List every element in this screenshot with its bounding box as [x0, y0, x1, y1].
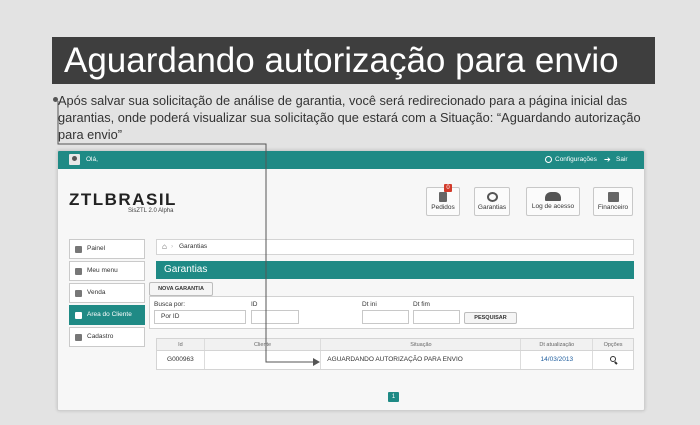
user-icon [69, 154, 80, 165]
row-updated-date: 14/03/2013 [521, 351, 594, 369]
sidebar-item-label: Meu menu [87, 267, 118, 274]
sidebar-item-meu-menu[interactable]: Meu menu [69, 261, 145, 281]
breadcrumb-separator: › [171, 243, 174, 250]
id-input[interactable] [251, 310, 299, 324]
table-row[interactable]: G000963 AGUARDANDO AUTORIZAÇÃO PARA ENVI… [157, 351, 633, 369]
sidebar-item-area-do-cliente[interactable]: Area do Cliente [69, 305, 145, 325]
table-header: Id Cliente Situação Dt atualização Opçõe… [157, 339, 633, 351]
module-access-log-label: Log de acesso [531, 203, 575, 210]
gears-icon [486, 192, 498, 202]
column-header-updated[interactable]: Dt atualização [521, 339, 594, 350]
sidebar-item-label: Venda [87, 289, 106, 296]
sidebar-item-label: Cadastro [87, 333, 114, 340]
row-id: G000963 [157, 351, 205, 369]
module-finance-label: Financeiro [597, 204, 629, 211]
page-banner-title: Aguardando autorização para envio [52, 37, 655, 84]
module-orders-button[interactable]: 0 Pedidos [426, 184, 460, 216]
search-by-select[interactable]: Por ID [154, 310, 246, 324]
column-header-client[interactable]: Cliente [205, 339, 322, 350]
orders-badge: 0 [444, 184, 452, 192]
breadcrumb-current: Garantias [179, 243, 208, 250]
power-icon [75, 246, 82, 253]
module-warranties-label: Garantias [477, 204, 507, 211]
row-client [205, 351, 322, 369]
warranty-table: Id Cliente Situação Dt atualização Opçõe… [156, 338, 634, 370]
brand-logo[interactable]: ZTLBRASIL [69, 190, 177, 210]
description-text: Após salvar sua solicitação de análise d… [58, 93, 641, 142]
date-end-label: Dt fim [413, 301, 430, 308]
row-options [593, 351, 633, 369]
sidebar-item-label: Area do Cliente [87, 311, 132, 318]
star-icon [75, 268, 82, 275]
module-finance-button[interactable]: Financeiro [593, 187, 633, 216]
book-icon [75, 290, 82, 297]
row-status: AGUARDANDO AUTORIZAÇÃO PARA ENVIO [321, 351, 522, 369]
user-greeting: Olá, [86, 156, 98, 163]
finance-icon [607, 192, 619, 202]
exit-icon[interactable]: ➔ [604, 155, 611, 164]
user-icon [75, 312, 82, 319]
settings-link[interactable]: Configurações [555, 156, 597, 163]
pagination-current-page[interactable]: 1 [388, 392, 399, 402]
sidebar-item-painel[interactable]: Painel [69, 239, 145, 259]
search-by-label: Busca por: [154, 301, 186, 308]
sidebar-item-label: Painel [87, 245, 106, 252]
search-button[interactable]: PESQUISAR [464, 312, 517, 324]
new-warranty-button[interactable]: NOVA GARANTIA [149, 282, 213, 296]
gear-icon[interactable] [545, 156, 552, 163]
sidebar-item-cadastro[interactable]: Cadastro [69, 327, 145, 347]
date-start-label: Dt ini [362, 301, 377, 308]
column-header-id[interactable]: Id [157, 339, 205, 350]
module-access-log-button[interactable]: Log de acesso [526, 187, 580, 216]
sidebar: Painel Meu menu Venda Area do Cliente Ca… [69, 239, 145, 349]
top-bar: Olá, Configurações ➔ Sair [58, 151, 644, 169]
view-details-icon[interactable] [610, 356, 617, 362]
section-title: Garantias [156, 261, 634, 279]
module-warranties-button[interactable]: Garantias [474, 187, 510, 216]
date-start-input[interactable] [362, 310, 409, 324]
edit-icon [75, 334, 82, 341]
column-header-options: Opções [603, 342, 623, 348]
date-end-input[interactable] [413, 310, 460, 324]
id-label: ID [251, 301, 258, 308]
breadcrumb: ⌂ › Garantias [156, 239, 634, 255]
sidebar-item-venda[interactable]: Venda [69, 283, 145, 303]
filter-panel: Busca por: Por ID ID Dt ini Dt fim PESQU… [149, 296, 634, 329]
app-window: Olá, Configurações ➔ Sair ZTLBRASIL SisZ… [57, 150, 645, 411]
module-orders-label: Pedidos [431, 204, 455, 211]
brand-subtitle: SisZTL 2.0 Alpha [128, 208, 174, 214]
home-icon[interactable]: ⌂ [162, 243, 167, 251]
orders-icon [439, 192, 447, 202]
logout-link[interactable]: Sair [616, 156, 628, 163]
column-header-status[interactable]: Situação [321, 339, 522, 350]
users-icon [545, 192, 561, 201]
